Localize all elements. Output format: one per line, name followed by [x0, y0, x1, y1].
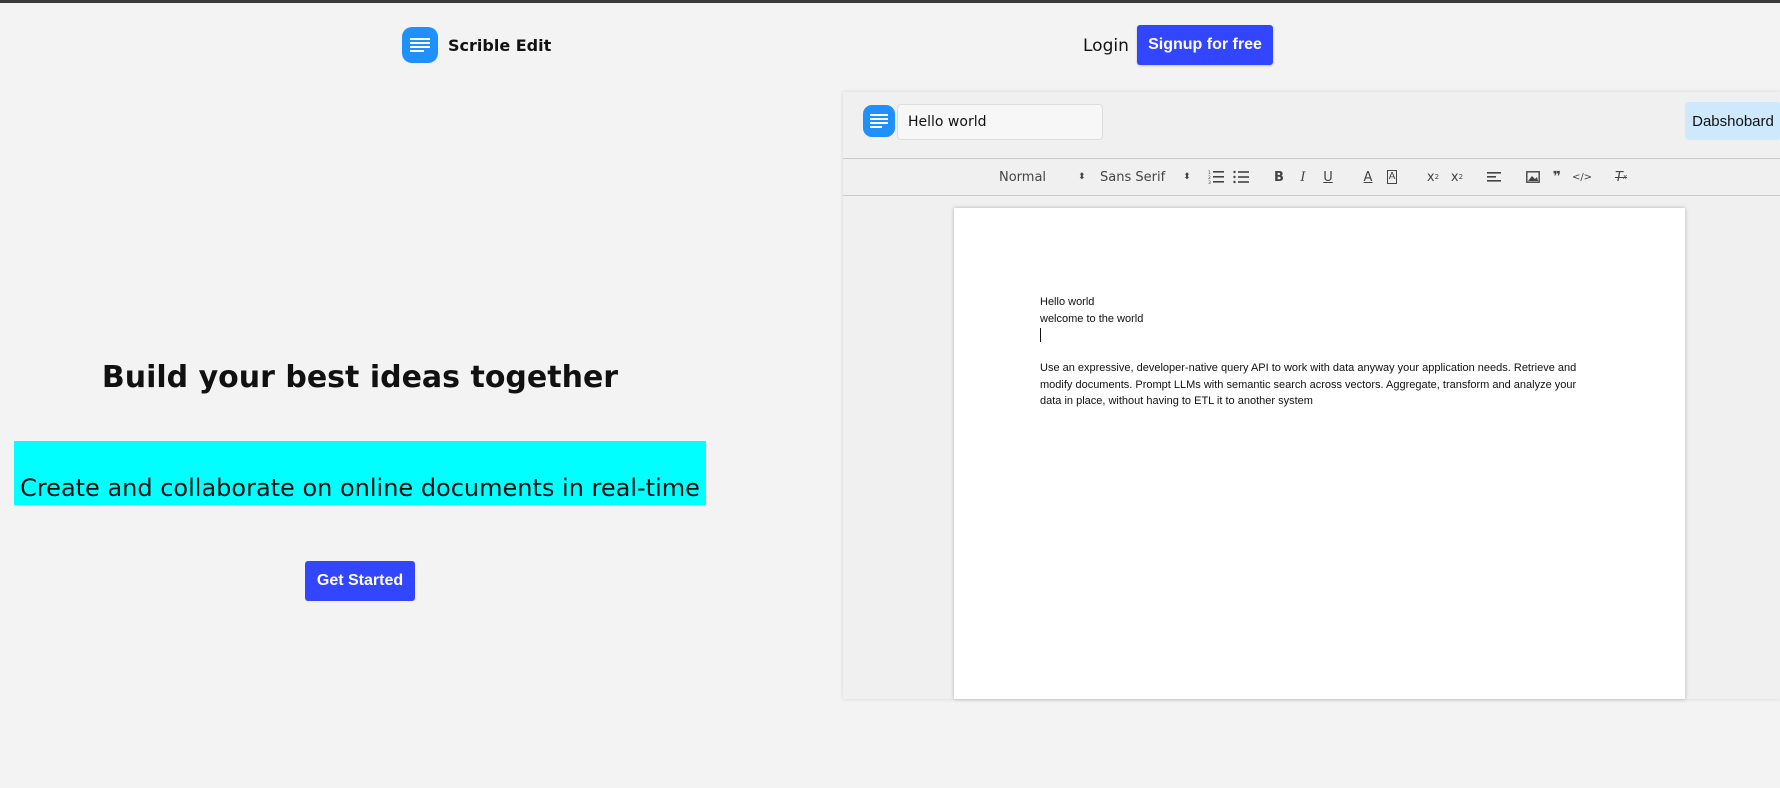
text-color-icon[interactable]: A — [1358, 167, 1378, 187]
bold-icon[interactable]: B — [1269, 167, 1289, 187]
doc-line: welcome to the world — [1040, 312, 1144, 325]
doc-paragraph: Use an expressive, developer-native quer… — [1040, 362, 1577, 407]
align-icon[interactable] — [1484, 167, 1504, 187]
editor-preview: Dabshobard Normal ⬍ Sans Serif ⬍ 123 B I… — [843, 92, 1780, 699]
subscript-icon[interactable]: x2 — [1423, 167, 1443, 187]
document-title-input[interactable] — [897, 104, 1103, 140]
editor-toolbar: Normal ⬍ Sans Serif ⬍ 123 B I U A A x2 x… — [843, 159, 1780, 196]
document-logo-icon — [402, 27, 438, 63]
document-content[interactable]: Hello world welcome to the world Use an … — [1040, 294, 1590, 410]
get-started-button[interactable]: Get Started — [305, 561, 415, 601]
heading-select[interactable]: Normal ⬍ — [999, 159, 1086, 195]
brand-name: Scrible Edit — [448, 35, 552, 55]
code-icon[interactable]: </> — [1572, 167, 1592, 187]
hero-subtitle: Create and collaborate on online documen… — [20, 474, 700, 502]
background-color-icon[interactable]: A — [1382, 167, 1402, 187]
font-select[interactable]: Sans Serif ⬍ — [1100, 159, 1191, 195]
dashboard-button[interactable]: Dabshobard — [1685, 102, 1780, 140]
brand[interactable]: Scrible Edit — [402, 27, 551, 63]
editor-header: Dabshobard — [843, 92, 1780, 159]
doc-line: Hello world — [1040, 296, 1095, 308]
signup-button[interactable]: Signup for free — [1137, 25, 1273, 65]
select-arrows-icon: ⬍ — [1183, 172, 1191, 182]
select-arrows-icon: ⬍ — [1078, 172, 1086, 182]
document-logo-icon[interactable] — [863, 105, 895, 137]
superscript-icon[interactable]: x2 — [1447, 167, 1467, 187]
image-icon[interactable] — [1523, 167, 1543, 187]
text-cursor — [1040, 327, 1590, 344]
italic-icon[interactable]: I — [1293, 167, 1313, 187]
bullet-list-icon[interactable] — [1231, 167, 1251, 187]
window-top-border — [0, 0, 1780, 3]
login-link[interactable]: Login — [1083, 36, 1129, 56]
underline-icon[interactable]: U — [1318, 167, 1338, 187]
blockquote-icon[interactable]: ❞ — [1547, 167, 1567, 187]
document-page[interactable]: Hello world welcome to the world Use an … — [954, 208, 1685, 699]
hero-title: Build your best ideas together — [101, 360, 619, 395]
font-select-value: Sans Serif — [1100, 169, 1166, 185]
heading-select-value: Normal — [999, 169, 1047, 185]
ordered-list-icon[interactable]: 123 — [1206, 167, 1226, 187]
clear-format-icon[interactable]: Tx — [1611, 167, 1631, 187]
svg-text:3: 3 — [1208, 180, 1211, 184]
